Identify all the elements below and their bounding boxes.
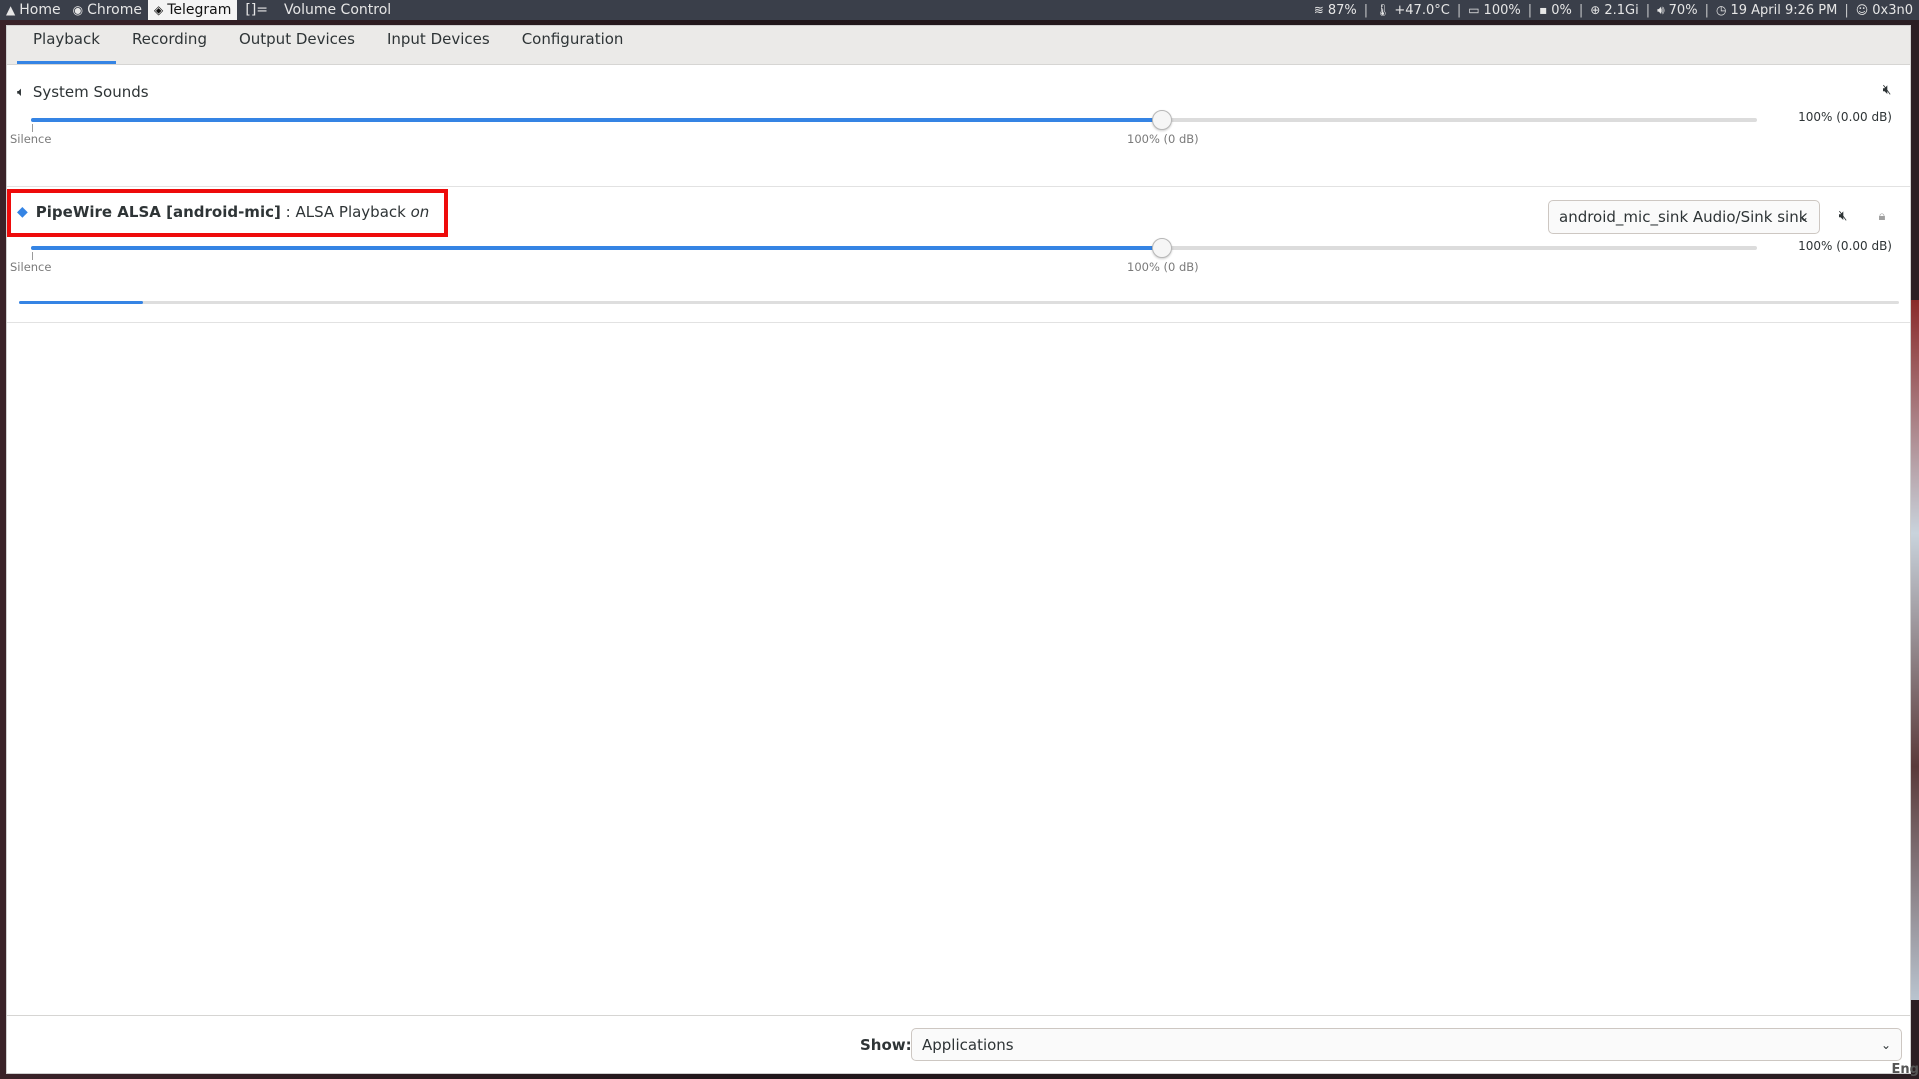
volume-icon: 🔊︎ (1657, 2, 1665, 17)
volume-slider[interactable] (31, 110, 1757, 130)
tab-playback[interactable]: Playback (17, 25, 116, 64)
tab-bar: Playback Recording Output Devices Input … (7, 26, 1910, 65)
peak-meter (19, 301, 1899, 304)
lock-icon: 🔒︎ (1878, 208, 1886, 224)
peak-level (19, 301, 144, 304)
volume-readout: 100% (0.00 dB) (1798, 110, 1892, 124)
datetime-value: 19 April 9:26 PM (1730, 2, 1838, 18)
sink-select-value: android_mic_sink Audio/Sink sink (1559, 208, 1808, 226)
volume-readout: 100% (0.00 dB) (1798, 239, 1892, 253)
chrome-icon: ◉ (72, 3, 84, 17)
volume-handle[interactable] (1151, 238, 1172, 258)
lock-channels-button[interactable]: 🔒︎ (1871, 205, 1893, 227)
stream-title: 🔈︎ System Sounds (17, 83, 149, 101)
mute-button[interactable]: 🔇︎ (1832, 205, 1854, 227)
window-title: Volume Control (284, 2, 392, 18)
silence-tick (32, 252, 33, 260)
pipewire-icon: ◆ (17, 204, 28, 220)
layout-indicator[interactable]: []= (237, 2, 276, 18)
temperature-value: +47.0°C (1394, 2, 1450, 18)
cpu-icon: ▪ (1539, 3, 1548, 17)
thermometer-icon: 🌡︎ (1375, 3, 1391, 17)
status-area: ≋ 87% | 🌡︎ +47.0°C | ▭ 100% | ▪ 0% | ⊕ 2… (1313, 2, 1913, 18)
title-separator: : (285, 203, 291, 221)
stream-name: ALSA Playback (295, 203, 406, 221)
mute-button[interactable]: 🔇︎ (1876, 79, 1898, 101)
cpu-value: 0% (1551, 2, 1572, 18)
wifi-icon: ≋ (1313, 3, 1324, 17)
tab-recording[interactable]: Recording (116, 25, 223, 64)
stream-pipewire-alsa: ◆ PipeWire ALSA [android-mic] : ALSA Pla… (7, 187, 1910, 323)
wifi-value: 87% (1327, 2, 1357, 18)
norm-mark: 100% (0 dB) (1127, 260, 1199, 274)
stream-system-sounds: 🔈︎ System Sounds 🔇︎ 100% (0.00 dB) Silen… (7, 65, 1910, 187)
stream-state: on (410, 203, 430, 221)
volume-value: 70% (1668, 2, 1698, 18)
show-select[interactable]: Applications ⌄ (911, 1028, 1902, 1061)
telegram-icon: ◈ (153, 3, 164, 17)
stream-name: System Sounds (32, 83, 149, 101)
workspace-telegram[interactable]: ◈ Telegram (147, 0, 238, 20)
user-value: 0x3n0 (1872, 2, 1913, 18)
workspace-chrome[interactable]: ◉ Chrome (67, 0, 148, 20)
volume-control-window: Playback Recording Output Devices Input … (6, 25, 1911, 1074)
mute-icon: 🔇︎ (1838, 208, 1848, 224)
stream-title: ◆ PipeWire ALSA [android-mic] : ALSA Pla… (17, 203, 429, 221)
volume-fill (31, 246, 1162, 250)
chevron-down-icon: ⌄ (1798, 210, 1809, 224)
arch-icon: ▲ (6, 3, 16, 17)
silence-mark: Silence (10, 132, 52, 146)
mute-icon: 🔇︎ (1882, 82, 1892, 98)
memory-value: 2.1Gi (1604, 2, 1639, 18)
memory-icon: ⊕ (1590, 3, 1601, 17)
user-icon: ☺ (1855, 3, 1869, 17)
app-name: PipeWire ALSA [android-mic] (35, 203, 281, 221)
tab-output-devices[interactable]: Output Devices (223, 25, 371, 64)
norm-mark: 100% (0 dB) (1127, 132, 1199, 146)
battery-value: 100% (1483, 2, 1521, 18)
show-label: Show: (860, 1036, 912, 1054)
volume-fill (31, 118, 1162, 122)
clock-icon: ◷ (1715, 3, 1727, 17)
show-select-value: Applications (922, 1035, 1014, 1054)
keyboard-layout-indicator: Eng (1891, 1062, 1919, 1077)
silence-mark: Silence (10, 260, 52, 274)
battery-icon: ▭ (1468, 3, 1480, 17)
chevron-down-icon: ⌄ (1880, 1037, 1891, 1052)
silence-tick (32, 124, 33, 132)
volume-handle[interactable] (1151, 110, 1172, 130)
top-bar: ▲ Home ◉ Chrome ◈ Telegram []= Volume Co… (0, 0, 1919, 20)
speaker-icon: 🔈︎ (17, 84, 25, 100)
tab-configuration[interactable]: Configuration (506, 25, 640, 64)
volume-slider[interactable] (31, 238, 1757, 258)
workspace-home[interactable]: ▲ Home (0, 0, 67, 20)
tab-input-devices[interactable]: Input Devices (371, 25, 506, 64)
sink-select[interactable]: android_mic_sink Audio/Sink sink ⌄ (1548, 200, 1820, 234)
footer: Show: Applications ⌄ (7, 1015, 1910, 1073)
